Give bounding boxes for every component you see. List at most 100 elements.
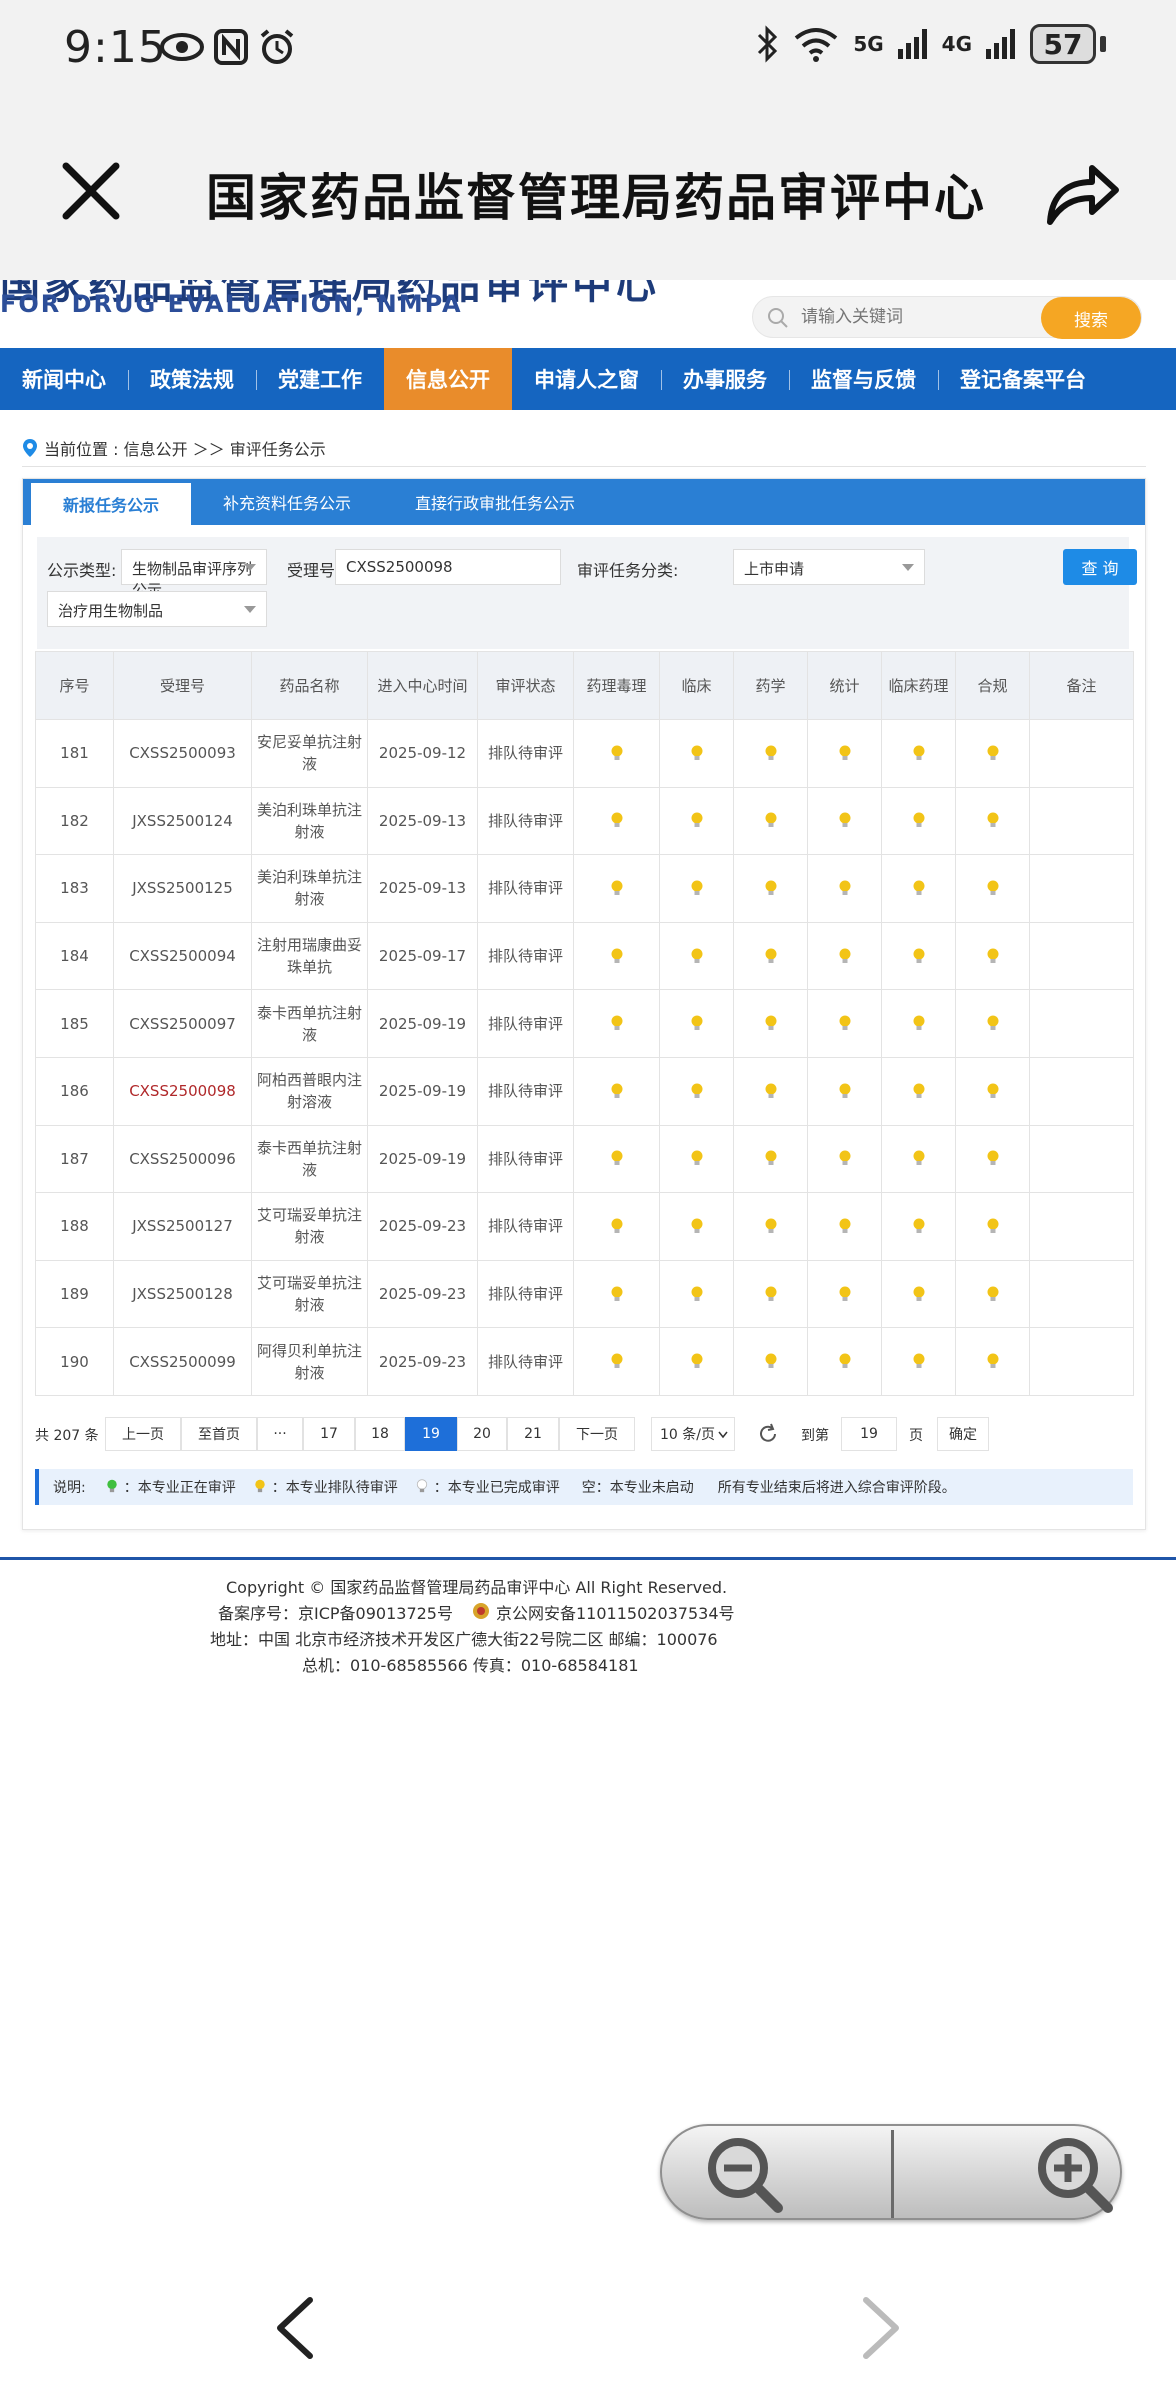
table-row[interactable]: 185 CXSS2500097 泰卡西单抗注射液 2025-09-19 排队待审评 (35, 989, 1134, 1058)
status-cell (733, 1192, 808, 1261)
table-row[interactable]: 183 JXSS2500125 美泊利珠单抗注射液 2025-09-13 排队待审评 (35, 854, 1134, 923)
bulb-yellow-icon (987, 812, 998, 828)
table-row[interactable]: 187 CXSS2500096 泰卡西单抗注射液 2025-09-19 排队待审评 (35, 1124, 1134, 1194)
page-button[interactable]: 21 (507, 1417, 559, 1451)
nav-item-party[interactable]: 党建工作 (256, 348, 384, 410)
goto-confirm-button[interactable]: 确定 (937, 1417, 989, 1451)
bulb-yellow-icon (765, 1150, 776, 1166)
battery-indicator: 57 (1030, 24, 1096, 64)
table-row[interactable]: 184 CXSS2500094 注射用瑞康曲妥珠单抗 2025-09-17 排队待审评 (35, 921, 1134, 991)
page-button[interactable]: 18 (355, 1417, 405, 1451)
nav-item-applicant[interactable]: 申请人之窗 (512, 348, 661, 410)
first-page-button[interactable]: 至首页 (181, 1417, 257, 1451)
eye-icon (160, 33, 204, 61)
status-cell (881, 1056, 956, 1126)
table-row[interactable]: 188 JXSS2500127 艾可瑞妥单抗注射液 2025-09-23 排队待审评 (35, 1192, 1134, 1261)
bulb-yellow-icon (987, 745, 998, 760)
table-cell: 188 (35, 1192, 114, 1261)
signal-icon-1 (897, 29, 927, 59)
bulb-yellow-icon (839, 1083, 850, 1098)
table-cell: 190 (35, 1327, 114, 1396)
table-cell: 2025-09-19 (367, 1056, 478, 1126)
tab-direct-approval-tasks[interactable]: 直接行政审批任务公示 (383, 479, 607, 525)
search-button[interactable]: 搜索 (1041, 297, 1141, 339)
bulb-yellow-icon (913, 1083, 924, 1098)
search-input[interactable] (801, 297, 1001, 337)
status-cell (733, 719, 808, 788)
page-button[interactable]: 17 (303, 1417, 355, 1451)
nav-item-supervision[interactable]: 监督与反馈 (789, 348, 938, 410)
type-label: 公示类型: (47, 561, 117, 580)
tab-new-tasks[interactable]: 新报任务公示 (31, 483, 192, 525)
filter-area: 公示类型: 生物制品审评序列公示 受理号: 审评任务分类: 上市申请 查 询 治… (37, 537, 1137, 649)
nav-item-registration[interactable]: 登记备案平台 (938, 348, 1108, 410)
type-select[interactable]: 生物制品审评序列公示 (121, 549, 267, 599)
goto-page-input[interactable]: 19 (841, 1417, 897, 1451)
status-cell (659, 1124, 734, 1194)
wifi-icon (795, 28, 838, 62)
bulb-yellow-icon (765, 1218, 776, 1233)
bulb-yellow-icon (255, 1479, 265, 1493)
bulb-yellow-icon (839, 1015, 850, 1031)
network-4g-label: 4G (941, 32, 972, 56)
query-button[interactable]: 查 询 (1063, 549, 1137, 585)
table-cell: 排队待审评 (477, 921, 574, 991)
table-cell: 183 (35, 854, 114, 923)
col-header: 药学 (733, 651, 808, 720)
nav-item-news[interactable]: 新闻中心 (0, 348, 128, 410)
bulb-yellow-icon (611, 1015, 622, 1031)
subtype-select[interactable]: 治疗用生物制品 (47, 591, 267, 627)
forward-arrow-icon[interactable] (856, 2296, 906, 2360)
status-cell (807, 1327, 882, 1396)
page-button-current[interactable]: 19 (405, 1417, 457, 1451)
zoom-control (660, 2124, 1122, 2220)
status-cell (573, 1192, 660, 1261)
page-ellipsis[interactable]: ··· (257, 1417, 303, 1451)
bulb-yellow-icon (987, 880, 998, 895)
zoom-out-icon[interactable] (702, 2132, 786, 2216)
note-cell (1029, 786, 1134, 856)
bulb-gray-icon (416, 1479, 427, 1493)
table-row[interactable]: 186 CXSS2500098 阿柏西普眼内注射溶液 2025-09-19 排队待审评 (35, 1056, 1134, 1126)
table-row[interactable]: 189 JXSS2500128 艾可瑞妥单抗注射液 2025-09-23 排队待审评 (35, 1259, 1134, 1329)
share-icon[interactable] (1042, 152, 1122, 232)
nav-item-services[interactable]: 办事服务 (661, 348, 789, 410)
legend: 说明: ：本专业正在审评 ：本专业排队待审评 ：本专业已完成审评 空：本专业未启… (35, 1469, 1133, 1505)
prev-page-button[interactable]: 上一页 (105, 1417, 181, 1451)
page-button[interactable]: 20 (457, 1417, 507, 1451)
category-select[interactable]: 上市申请 (733, 549, 925, 585)
status-cell (807, 1192, 882, 1261)
legend-pending: ：本专业排队待审评 (271, 1480, 398, 1496)
accept-label: 受理号: (287, 561, 341, 580)
status-cell (955, 989, 1030, 1058)
table-row[interactable]: 181 CXSS2500093 安尼妥单抗注射液 2025-09-12 排队待审评 (35, 719, 1134, 788)
bulb-yellow-icon (839, 880, 850, 895)
chevron-down-icon (244, 606, 256, 613)
location-pin-icon (23, 439, 37, 457)
col-header: 序号 (35, 651, 114, 720)
bulb-yellow-icon (691, 948, 702, 963)
accept-number-input[interactable] (335, 549, 561, 585)
zoom-in-icon[interactable] (1032, 2132, 1116, 2216)
next-page-button[interactable]: 下一页 (559, 1417, 635, 1451)
table-cell: CXSS2500096 (113, 1124, 252, 1194)
note-cell (1029, 1327, 1134, 1396)
bulb-yellow-icon (987, 1150, 998, 1166)
back-arrow-icon[interactable] (270, 2296, 320, 2360)
signal-icon-2 (986, 29, 1015, 59)
bulb-yellow-icon (913, 880, 924, 895)
bulb-yellow-icon (611, 880, 622, 895)
close-icon[interactable] (56, 156, 126, 226)
tab-supplement-tasks[interactable]: 补充资料任务公示 (191, 479, 383, 525)
table-row[interactable]: 182 JXSS2500124 美泊利珠单抗注射液 2025-09-13 排队待审评 (35, 786, 1134, 856)
status-cell (881, 854, 956, 923)
nav-item-info-disclosure[interactable]: 信息公开 (384, 348, 512, 410)
bulb-yellow-icon (765, 1286, 776, 1301)
col-header: 统计 (807, 651, 882, 720)
refresh-icon[interactable] (757, 1423, 779, 1445)
table-row[interactable]: 190 CXSS2500099 阿得贝利单抗注射液 2025-09-23 排队待审评 (35, 1327, 1134, 1396)
nav-item-policy[interactable]: 政策法规 (128, 348, 256, 410)
bluetooth-icon (758, 25, 778, 63)
bulb-yellow-icon (765, 948, 776, 963)
page-size-select[interactable]: 10 条/页 (651, 1417, 735, 1451)
